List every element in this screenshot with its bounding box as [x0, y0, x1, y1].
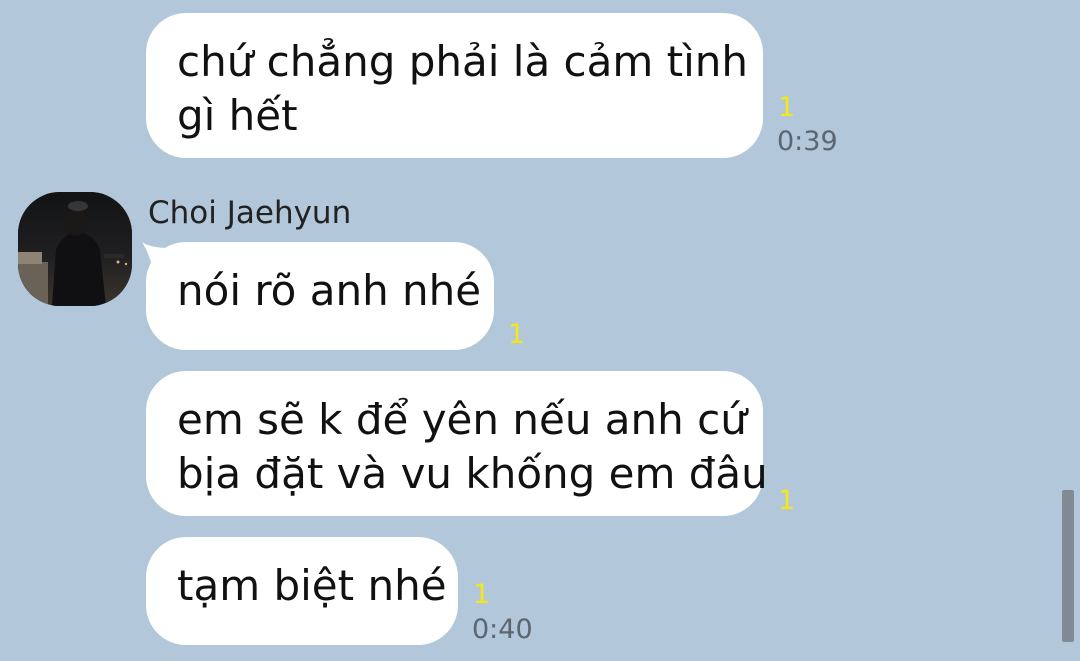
message-time: 0:39: [777, 126, 838, 157]
message-text: gì hết: [177, 91, 298, 140]
unread-count: 1: [778, 485, 796, 516]
message-bubble[interactable]: em sẽ k để yên nếu anh cứ bịa đặt và vu …: [146, 371, 768, 516]
sender-name[interactable]: Choi Jaehyun: [148, 195, 351, 231]
message-bubble[interactable]: chứ chẳng phải là cảm tình gì hết: [146, 13, 763, 158]
unread-count: 1: [508, 319, 526, 350]
chat-area: chứ chẳng phải là cảm tình gì hết 1 0:39: [0, 0, 1080, 661]
message-text: chứ chẳng phải là cảm tình: [177, 37, 749, 86]
message-text: em sẽ k để yên nếu anh cứ: [177, 395, 747, 444]
message-time: 0:40: [472, 614, 533, 645]
scrollbar[interactable]: [1062, 490, 1074, 642]
message-text: bịa đặt và vu khống em đâu: [177, 449, 768, 498]
unread-count: 1: [473, 579, 491, 610]
message-bubble[interactable]: tạm biệt nhé: [146, 537, 458, 645]
message-bubble[interactable]: nói rõ anh nhé: [146, 242, 494, 350]
unread-count: 1: [778, 92, 796, 123]
message-text: tạm biệt nhé: [177, 561, 447, 610]
avatar[interactable]: [18, 192, 132, 306]
message-text: nói rõ anh nhé: [177, 266, 482, 315]
avatar-photo: [18, 192, 132, 306]
